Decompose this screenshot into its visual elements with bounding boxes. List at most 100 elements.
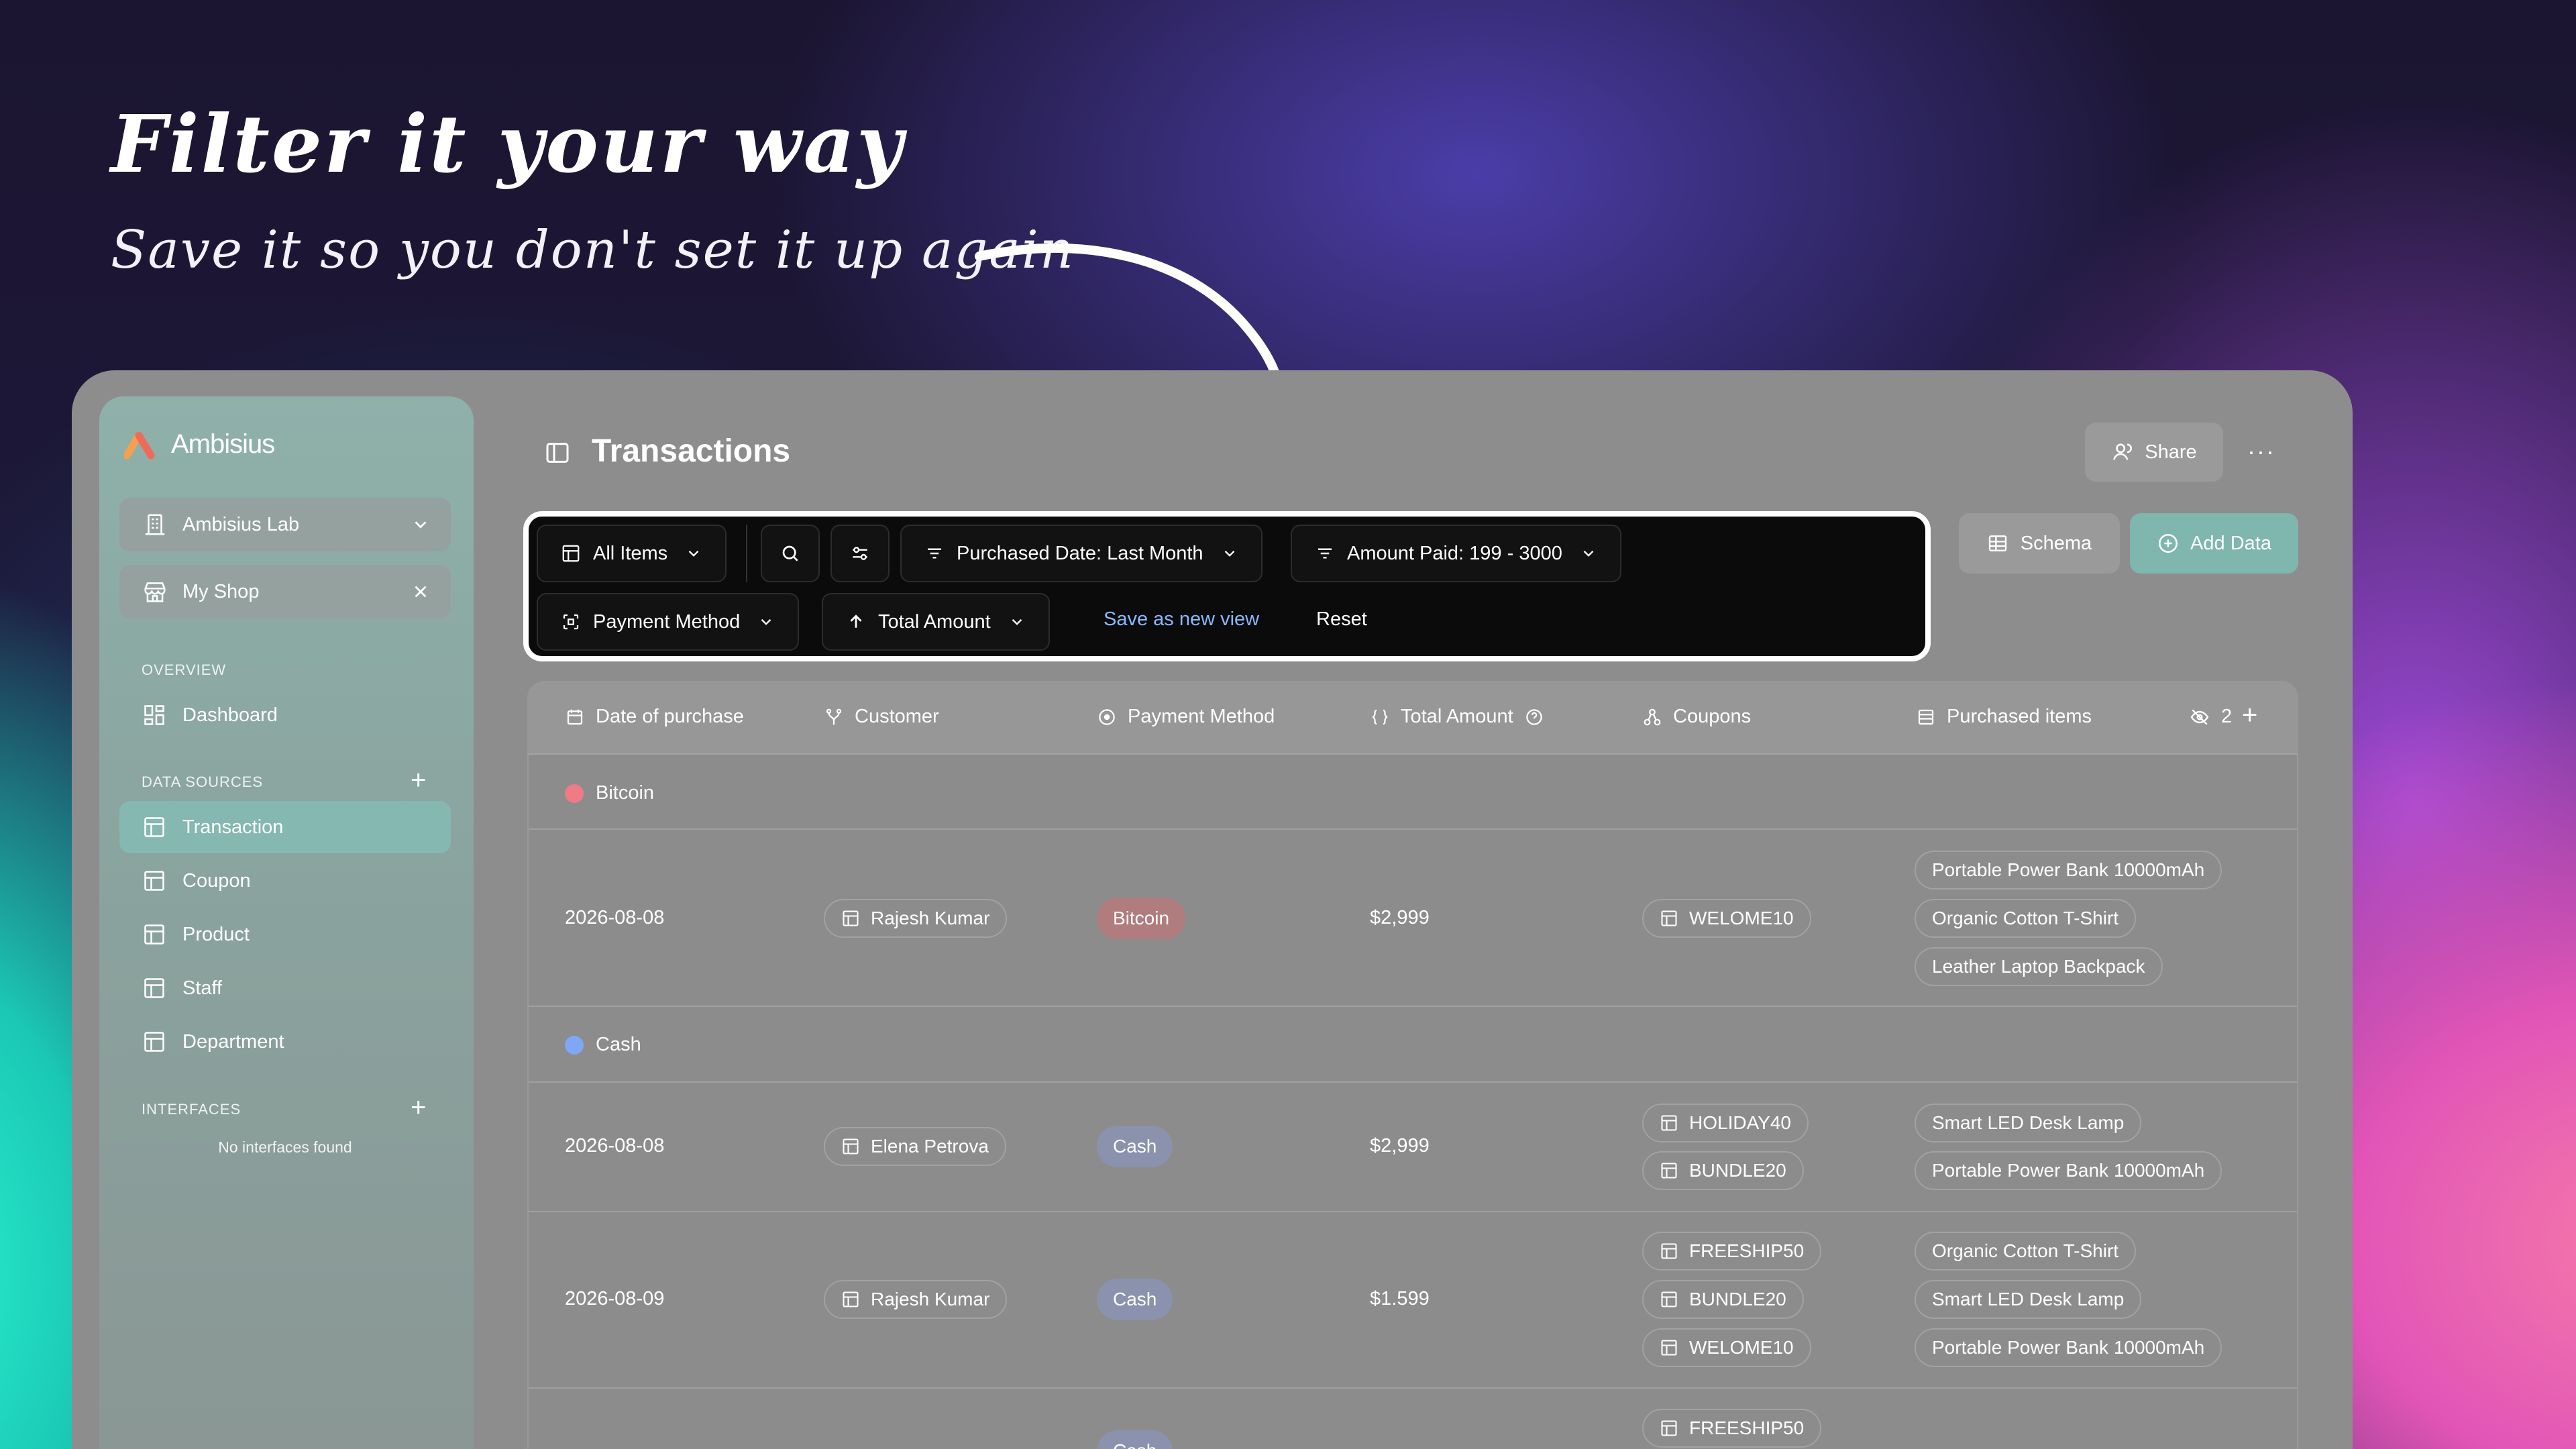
sidebar-item-label: Staff (182, 977, 223, 999)
sidebar-item-coupon[interactable]: Coupon (119, 855, 451, 907)
column-label: Customer (855, 706, 939, 727)
group-color-dot (565, 784, 584, 803)
brand-logo[interactable]: Ambisius (124, 429, 275, 460)
group-header-bitcoin[interactable]: Bitcoin (565, 782, 654, 804)
coupon-chip[interactable]: FREESHIP50 (1642, 1409, 1822, 1448)
sidebar-item-label: Coupon (182, 869, 251, 892)
coupon-code: BUNDLE20 (1689, 1289, 1786, 1309)
sidebar-item-dashboard[interactable]: Dashboard (119, 689, 451, 741)
table-icon (1661, 910, 1677, 926)
column-header-customer[interactable]: Customer (824, 706, 939, 728)
sidebar-item-product[interactable]: Product (119, 908, 451, 961)
store-icon (144, 582, 166, 602)
view-selector[interactable]: All Items (537, 525, 727, 582)
workspace-select[interactable]: Ambisius Lab (119, 498, 451, 551)
reset-link[interactable]: Reset (1316, 608, 1367, 631)
table-icon (843, 910, 859, 926)
sidebar-item-label: Department (182, 1030, 284, 1053)
add-data-source-icon[interactable]: + (411, 767, 426, 794)
add-column-icon[interactable]: + (2242, 700, 2257, 731)
save-view-link[interactable]: Save as new view (1104, 608, 1259, 631)
more-options-button[interactable]: ··· (2247, 437, 2275, 466)
schema-button[interactable]: Schema (1959, 513, 2120, 574)
building-icon (145, 514, 165, 535)
table-icon (1661, 1420, 1677, 1436)
coupon-chip[interactable]: HOLIDAY40 (1642, 1104, 1809, 1142)
column-header-coupons[interactable]: Coupons (1642, 706, 1751, 728)
coupon-chip[interactable]: FREESHIP50 (1642, 1232, 1822, 1271)
row-divider (529, 1006, 2297, 1007)
close-icon[interactable] (411, 582, 431, 602)
item-chip[interactable]: Leather Laptop Backpack (1915, 947, 2163, 986)
table-icon (843, 1291, 859, 1307)
interfaces-section-label: INTERFACES (142, 1101, 241, 1118)
table-icon (1661, 1340, 1677, 1356)
search-button[interactable] (761, 525, 820, 582)
sort-chip[interactable]: Total Amount (822, 593, 1050, 651)
add-interface-icon[interactable]: + (411, 1094, 426, 1121)
coupon-code: FREESHIP50 (1689, 1240, 1805, 1261)
calendar-icon (567, 709, 583, 724)
item-chip[interactable]: Portable Power Bank 10000mAh (1915, 1151, 2222, 1190)
table-icon (144, 817, 164, 837)
group-header-cash[interactable]: Cash (565, 1034, 641, 1056)
column-header-date[interactable]: Date of purchase (565, 706, 744, 728)
customer-name: Rajesh Kumar (871, 908, 990, 928)
customer-chip[interactable]: Rajesh Kumar (824, 899, 1008, 938)
shop-select[interactable]: My Shop (119, 565, 451, 619)
column-header-purchased-items[interactable]: Purchased items (1916, 706, 2092, 728)
item-chip[interactable]: Smart LED Desk Lamp (1915, 1104, 2142, 1142)
sidebar-toggle-icon[interactable] (544, 439, 571, 466)
item-chip[interactable]: Portable Power Bank 10000mAh (1915, 851, 2222, 890)
customer-chip[interactable]: Rajesh Kumar (824, 1280, 1008, 1319)
column-header-payment-method[interactable]: Payment Method (1097, 706, 1275, 728)
cell-date: 2026-08-08 (565, 907, 665, 928)
coupon-chip[interactable]: WELOME10 (1642, 899, 1811, 938)
payment-badge: Bitcoin (1097, 898, 1186, 939)
chevron-down-icon (415, 521, 427, 529)
sidebar-item-transaction[interactable]: Transaction (119, 801, 451, 853)
banner-heading: Filter it your way (111, 97, 905, 191)
schema-label: Schema (2020, 532, 2092, 554)
share-button[interactable]: Share (2085, 423, 2223, 482)
sidebar-item-department[interactable]: Department (119, 1016, 451, 1068)
date-filter-chip[interactable]: Purchased Date: Last Month (900, 525, 1263, 582)
group-by-chip[interactable]: Payment Method (537, 593, 800, 651)
banner-subheading: Save it so you don't set it up again (111, 220, 1075, 280)
help-icon[interactable] (1524, 707, 1544, 727)
payment-badge: Cash (1097, 1126, 1173, 1167)
workspace-label: Ambisius Lab (182, 513, 300, 535)
date-filter-label: Purchased Date: Last Month (957, 542, 1203, 564)
cell-amount: $2,999 (1370, 1135, 1430, 1157)
table-icon (144, 1032, 164, 1052)
table-icon (1661, 1115, 1677, 1131)
customer-name: Rajesh Kumar (871, 1289, 990, 1309)
hidden-columns-toggle[interactable]: 2 (2189, 706, 2232, 728)
chevron-down-icon (1583, 550, 1594, 557)
add-data-button[interactable]: Add Data (2130, 513, 2298, 574)
coupon-chip[interactable]: BUNDLE20 (1642, 1280, 1804, 1319)
item-chip[interactable]: Portable Power Bank 10000mAh (1915, 1328, 2222, 1367)
table-icon (1661, 1291, 1677, 1307)
sidebar-item-staff[interactable]: Staff (119, 962, 451, 1014)
sidebar-item-label: Dashboard (182, 704, 278, 726)
item-chip[interactable]: Organic Cotton T-Shirt (1915, 899, 2137, 938)
filter-settings-button[interactable] (830, 525, 890, 582)
cell-amount: $2,999 (1370, 907, 1430, 928)
coupon-code: HOLIDAY40 (1689, 1112, 1791, 1133)
customer-chip[interactable]: Elena Petrova (824, 1127, 1006, 1166)
coupon-chip[interactable]: WELOME10 (1642, 1328, 1811, 1367)
search-icon (782, 545, 798, 561)
table-icon (144, 924, 164, 945)
column-header-total-amount[interactable]: Total Amount (1370, 706, 1544, 728)
table-icon (1661, 1243, 1677, 1259)
item-chip[interactable]: Organic Cotton T-Shirt (1915, 1232, 2137, 1271)
amount-filter-chip[interactable]: Amount Paid: 199 - 3000 (1291, 525, 1621, 582)
data-sources-section-label: DATA SOURCES (142, 773, 264, 790)
table-icon (562, 545, 580, 562)
formula-icon (1372, 709, 1388, 724)
radio-icon (1099, 708, 1115, 725)
chevron-down-icon (688, 550, 699, 557)
item-chip[interactable]: Smart LED Desk Lamp (1915, 1280, 2142, 1319)
coupon-chip[interactable]: BUNDLE20 (1642, 1151, 1804, 1190)
